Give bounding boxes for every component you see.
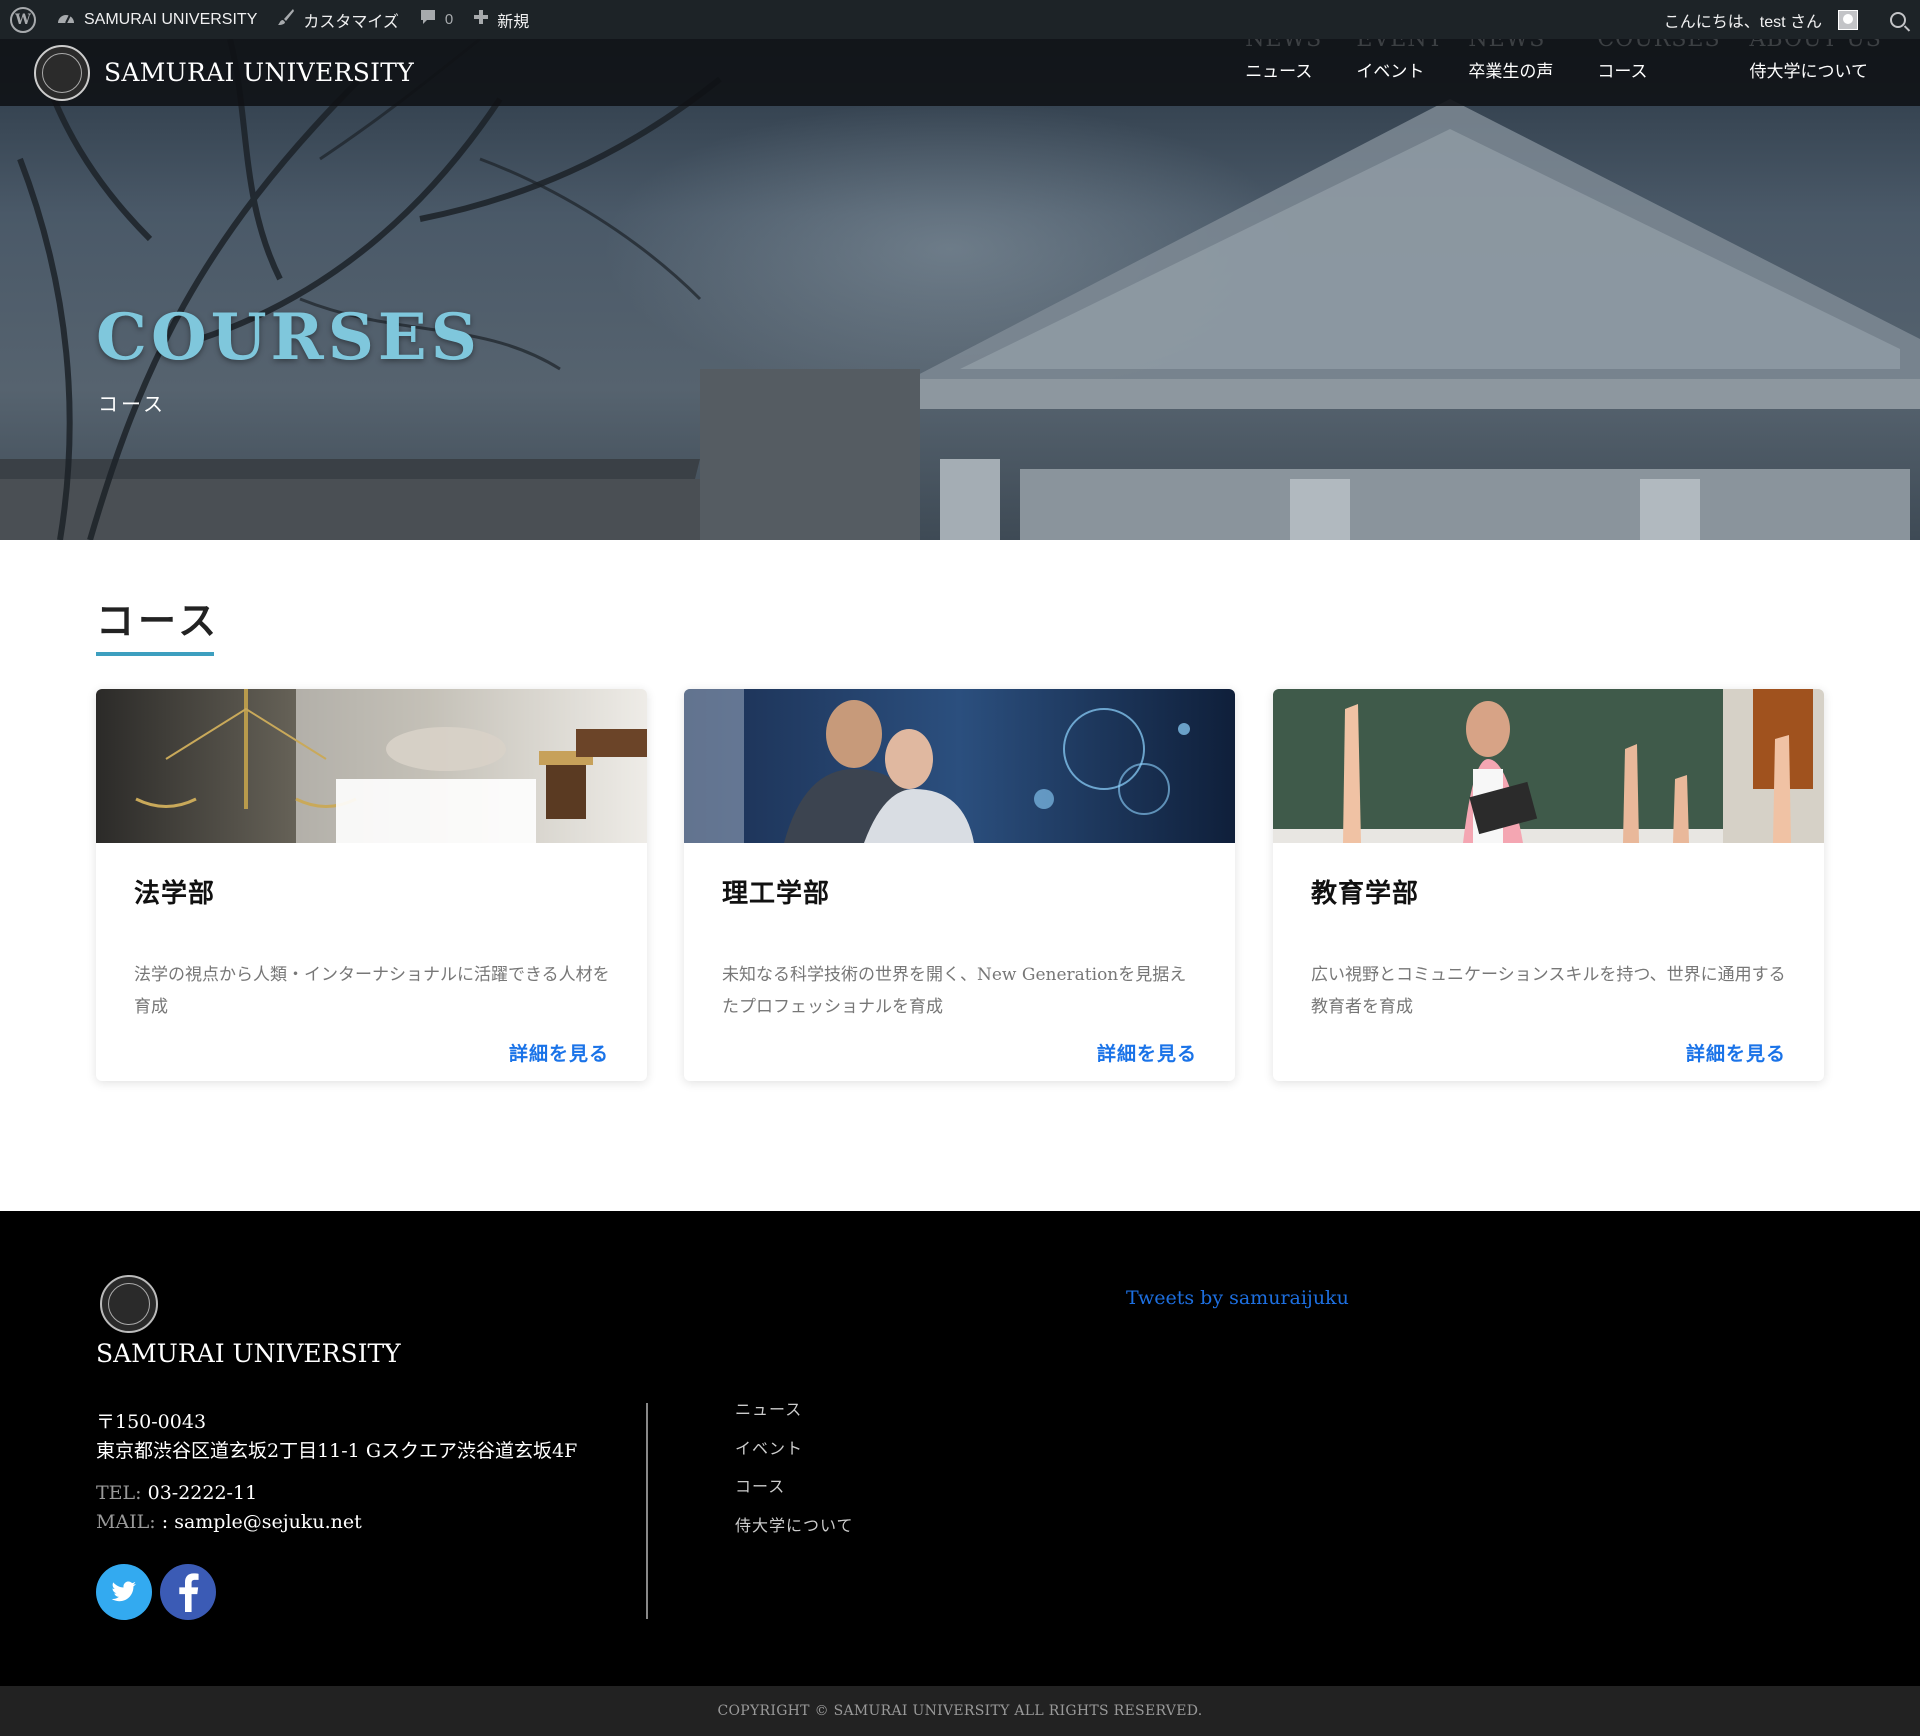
copyright-bar: COPYRIGHT © SAMURAI UNIVERSITY ALL RIGHT… [0,1686,1920,1736]
footer-postal-code: 〒150-0043 [96,1411,207,1433]
facebook-button[interactable] [160,1564,216,1620]
comment-icon [419,8,437,31]
nav-item-en: NEWS [1468,39,1546,52]
dashboard-icon [56,9,76,30]
tel-value: 03-2222-11 [147,1482,258,1504]
search-icon[interactable] [1890,11,1906,28]
hero-building-photo [0,39,1920,540]
nav-item-courses[interactable]: COURSES コース [1575,39,1727,106]
footer-seal-icon [100,1275,158,1333]
nav-item-label: 侍大学について [1749,62,1869,82]
mail-value: : sample@sejuku.net [161,1511,362,1533]
course-card-science[interactable]: 理工学部 未知なる科学技術の世界を開く、New Generationを見据えたプ… [684,689,1235,1081]
education-course-image [1273,689,1824,843]
facebook-icon [179,1573,199,1612]
nav-item-en: NEWS [1245,39,1323,52]
admin-bar: W SAMURAI UNIVERSITY カスタマイズ 0 新規 こんにちは、t… [0,0,1920,39]
new-content-link[interactable]: 新規 [463,0,539,39]
section-underline [96,652,214,656]
footer-address: 東京都渋谷区道玄坂2丁目11-1 Gスクエア渋谷道玄坂4F [96,1440,578,1462]
nav-item-label: 卒業生の声 [1468,62,1554,82]
nav-item-label: コース [1597,62,1648,82]
course-title: 理工学部 [722,879,831,909]
plus-icon [473,9,489,30]
tweets-link[interactable]: Tweets by samuraijuku [1126,1287,1349,1309]
section-heading: コース [96,598,221,643]
course-card-education[interactable]: 教育学部 広い視野とコミュニケーションスキルを持つ、世界に通用する教育者を育成 … [1273,689,1824,1081]
course-description: 未知なる科学技術の世界を開く、New Generationを見据えたプロフェッシ… [722,965,1187,1017]
site-header: SAMURAI UNIVERSITY NEWS ニュース EVENT イベント … [0,39,1920,106]
footer-nav-event[interactable]: イベント [735,1435,854,1474]
tel-label: TEL: [96,1482,142,1504]
footer-nav-news[interactable]: ニュース [735,1396,854,1435]
main-nav: NEWS ニュース EVENT イベント NEWS 卒業生の声 COURSES … [1223,39,1890,106]
university-seal-icon [34,44,90,101]
hero-banner [0,39,1920,540]
admin-site-name-label: SAMURAI UNIVERSITY [84,10,258,28]
nav-item-voices[interactable]: NEWS 卒業生の声 [1446,39,1575,106]
course-details-link[interactable]: 詳細を見る [1097,1039,1197,1066]
comments-count: 0 [444,11,454,28]
wordpress-logo-icon: W [10,6,36,33]
course-description: 法学の視点から人類・インターナショナルに活躍できる人材を育成 [134,965,610,1017]
twitter-button[interactable] [96,1564,152,1620]
footer-nav-about[interactable]: 侍大学について [735,1512,854,1551]
site-title: SAMURAI UNIVERSITY [104,58,415,87]
nav-item-event[interactable]: EVENT イベント [1334,39,1446,106]
customize-label: カスタマイズ [303,13,399,31]
footer-divider [646,1403,648,1619]
course-title: 法学部 [134,879,216,909]
site-logo[interactable]: SAMURAI UNIVERSITY [34,44,415,101]
science-course-image [684,689,1235,843]
customize-link[interactable]: カスタマイズ [267,0,409,39]
nav-item-en: EVENT [1356,39,1444,52]
wordpress-menu[interactable]: W [0,0,46,39]
nav-item-news[interactable]: NEWS ニュース [1223,39,1334,106]
footer-tel: TEL: 03-2222-11 [96,1482,257,1504]
footer-mail: MAIL: : sample@sejuku.net [96,1511,362,1533]
hero-title: COURSES [96,300,481,375]
greeting-label: こんにちは、test さん [1663,13,1822,31]
course-description: 広い視野とコミュニケーションスキルを持つ、世界に通用する教育者を育成 [1311,965,1786,1017]
my-account[interactable]: こんにちは、test さん [1654,0,1868,39]
course-details-link[interactable]: 詳細を見る [509,1039,609,1066]
twitter-icon [111,1581,136,1602]
copyright-text: COPYRIGHT © SAMURAI UNIVERSITY ALL RIGHT… [717,1703,1203,1719]
law-course-image [96,689,647,843]
avatar [1838,9,1858,30]
site-footer: SAMURAI UNIVERSITY 〒150-0043 東京都渋谷区道玄坂2丁… [0,1211,1920,1686]
hero-subtitle: コース [98,392,166,416]
footer-nav-courses[interactable]: コース [735,1473,854,1512]
admin-site-name[interactable]: SAMURAI UNIVERSITY [46,0,267,39]
brush-icon [277,8,295,31]
footer-site-name: SAMURAI UNIVERSITY [96,1339,401,1368]
new-content-label: 新規 [497,13,530,31]
comments-link[interactable]: 0 [409,0,463,39]
nav-item-about[interactable]: ABOUT US 侍大学について [1728,39,1891,106]
course-details-link[interactable]: 詳細を見る [1686,1039,1786,1066]
course-card-law[interactable]: 法学部 法学の視点から人類・インターナショナルに活躍できる人材を育成 詳細を見る [96,689,647,1081]
footer-nav: ニュース イベント コース 侍大学について [735,1396,854,1550]
course-title: 教育学部 [1311,879,1420,909]
mail-label: MAIL: [96,1511,156,1533]
nav-item-en: COURSES [1597,39,1721,52]
nav-item-label: ニュース [1245,62,1313,82]
nav-item-en: ABOUT US [1749,39,1882,52]
nav-item-label: イベント [1356,62,1425,82]
